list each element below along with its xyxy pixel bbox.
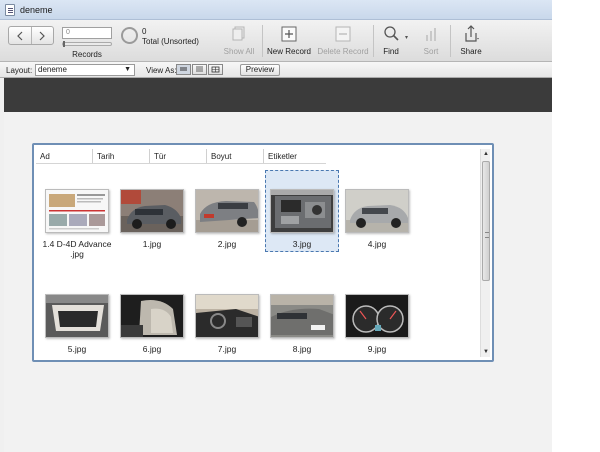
file-item[interactable]: 8.jpg <box>265 294 339 354</box>
column-header: Ad Tarih Tür Boyut Etiketler <box>36 149 326 164</box>
record-slider[interactable] <box>62 41 112 47</box>
scroll-down-icon[interactable]: ▼ <box>481 347 491 357</box>
next-record-button[interactable] <box>32 27 54 44</box>
view-as-label: View As: <box>146 66 177 75</box>
file-name: 4.jpg <box>367 239 387 249</box>
toolbar-divider <box>373 25 374 57</box>
file-name: 6.jpg <box>142 344 162 354</box>
found-total-label: Total (Unsorted) <box>142 37 199 46</box>
preview-button[interactable]: Preview <box>240 64 280 76</box>
seat-photo-thumbnail <box>120 294 184 338</box>
share-button[interactable]: Share <box>456 24 486 56</box>
sort-bars-icon <box>421 24 441 44</box>
document-icon <box>5 4 15 16</box>
engine-photo-thumbnail <box>270 189 334 233</box>
column-type[interactable]: Tür <box>150 149 207 163</box>
column-date[interactable]: Tarih <box>93 149 150 163</box>
file-item[interactable]: 7.jpg <box>190 294 264 354</box>
form-view-icon[interactable] <box>176 64 191 75</box>
record-navigation <box>8 26 54 45</box>
car-photo-thumbnail <box>345 189 409 233</box>
column-name[interactable]: Ad <box>36 149 93 163</box>
interior-photo-thumbnail <box>195 294 259 338</box>
chevron-down-icon: ▼ <box>124 66 131 73</box>
table-view-icon[interactable] <box>208 64 223 75</box>
vertical-scrollbar[interactable]: ▲ ▼ <box>480 149 490 357</box>
car-photo-thumbnail <box>270 294 334 338</box>
scroll-thumb[interactable] <box>482 161 490 281</box>
file-item-selected[interactable]: 3.jpg <box>265 170 339 252</box>
file-item[interactable]: 2.jpg <box>190 189 264 249</box>
car-photo-thumbnail <box>195 189 259 233</box>
sort-label: Sort <box>423 47 439 56</box>
file-item[interactable]: 6.jpg <box>115 294 189 354</box>
delete-record-button[interactable]: Delete Record <box>316 24 370 56</box>
new-record-button[interactable]: New Record <box>266 24 312 56</box>
title-bar: deneme <box>0 0 552 20</box>
layout-bar: Layout: deneme ▼ View As: Preview <box>0 62 552 78</box>
new-record-label: New Record <box>266 47 311 56</box>
found-set-pie-icon <box>121 27 138 44</box>
new-record-icon <box>279 24 299 44</box>
records-label: Records <box>72 50 102 59</box>
show-all-button[interactable]: Show All <box>219 24 259 56</box>
toolbar-divider <box>450 25 451 57</box>
current-record-field[interactable]: 0 <box>62 27 112 39</box>
file-item[interactable]: 5.jpg <box>40 294 114 354</box>
find-button[interactable]: Find <box>378 24 404 56</box>
file-container-field[interactable]: Ad Tarih Tür Boyut Etiketler ▲ ▼ 1.4 D-4… <box>32 143 494 362</box>
toolbar-divider <box>262 25 263 57</box>
file-name: 8.jpg <box>292 344 312 354</box>
file-item[interactable]: 1.jpg <box>115 189 189 249</box>
found-set-info: 0 Total (Unsorted) <box>142 27 199 47</box>
found-count: 0 <box>142 27 147 36</box>
layout-label: Layout: <box>6 66 33 75</box>
view-as-switcher <box>176 64 224 75</box>
scroll-up-icon[interactable]: ▲ <box>481 149 491 159</box>
file-name: 1.4 D-4D Advance .jpg <box>42 239 112 259</box>
find-label: Find <box>383 47 399 56</box>
sort-button[interactable]: Sort <box>418 24 444 56</box>
file-name: 1.jpg <box>142 239 162 249</box>
layout-dropdown[interactable]: deneme ▼ <box>35 64 135 76</box>
file-name: 9.jpg <box>367 344 387 354</box>
file-name: 5.jpg <box>67 344 87 354</box>
delete-record-icon <box>333 24 353 44</box>
file-name: 3.jpg <box>292 239 312 249</box>
file-name: 7.jpg <box>217 344 237 354</box>
dashboard-photo-thumbnail <box>345 294 409 338</box>
car-photo-thumbnail <box>120 189 184 233</box>
magnifier-icon <box>381 24 401 44</box>
column-size[interactable]: Boyut <box>207 149 264 163</box>
show-all-icon <box>229 24 249 44</box>
share-icon <box>461 24 481 44</box>
file-item[interactable]: 4.jpg <box>340 189 414 249</box>
header-band <box>4 78 552 112</box>
show-all-label: Show All <box>223 47 255 56</box>
column-tags[interactable]: Etiketler <box>264 149 326 163</box>
file-item[interactable]: 9.jpg <box>340 294 414 354</box>
list-view-icon[interactable] <box>192 64 207 75</box>
window-title: deneme <box>20 5 53 15</box>
file-item[interactable]: 1.4 D-4D Advance .jpg <box>40 189 114 259</box>
file-name: 2.jpg <box>217 239 237 249</box>
status-toolbar: 0 Records 0 Total (Unsorted) Show All Ne… <box>0 20 552 62</box>
delete-record-label: Delete Record <box>317 47 369 56</box>
find-menu-chevron-icon[interactable]: ▾ <box>405 34 408 41</box>
trunk-photo-thumbnail <box>45 294 109 338</box>
previous-record-button[interactable] <box>9 27 32 44</box>
share-label: Share <box>460 47 482 56</box>
layout-dropdown-value: deneme <box>38 65 67 74</box>
document-thumbnail <box>45 189 109 233</box>
